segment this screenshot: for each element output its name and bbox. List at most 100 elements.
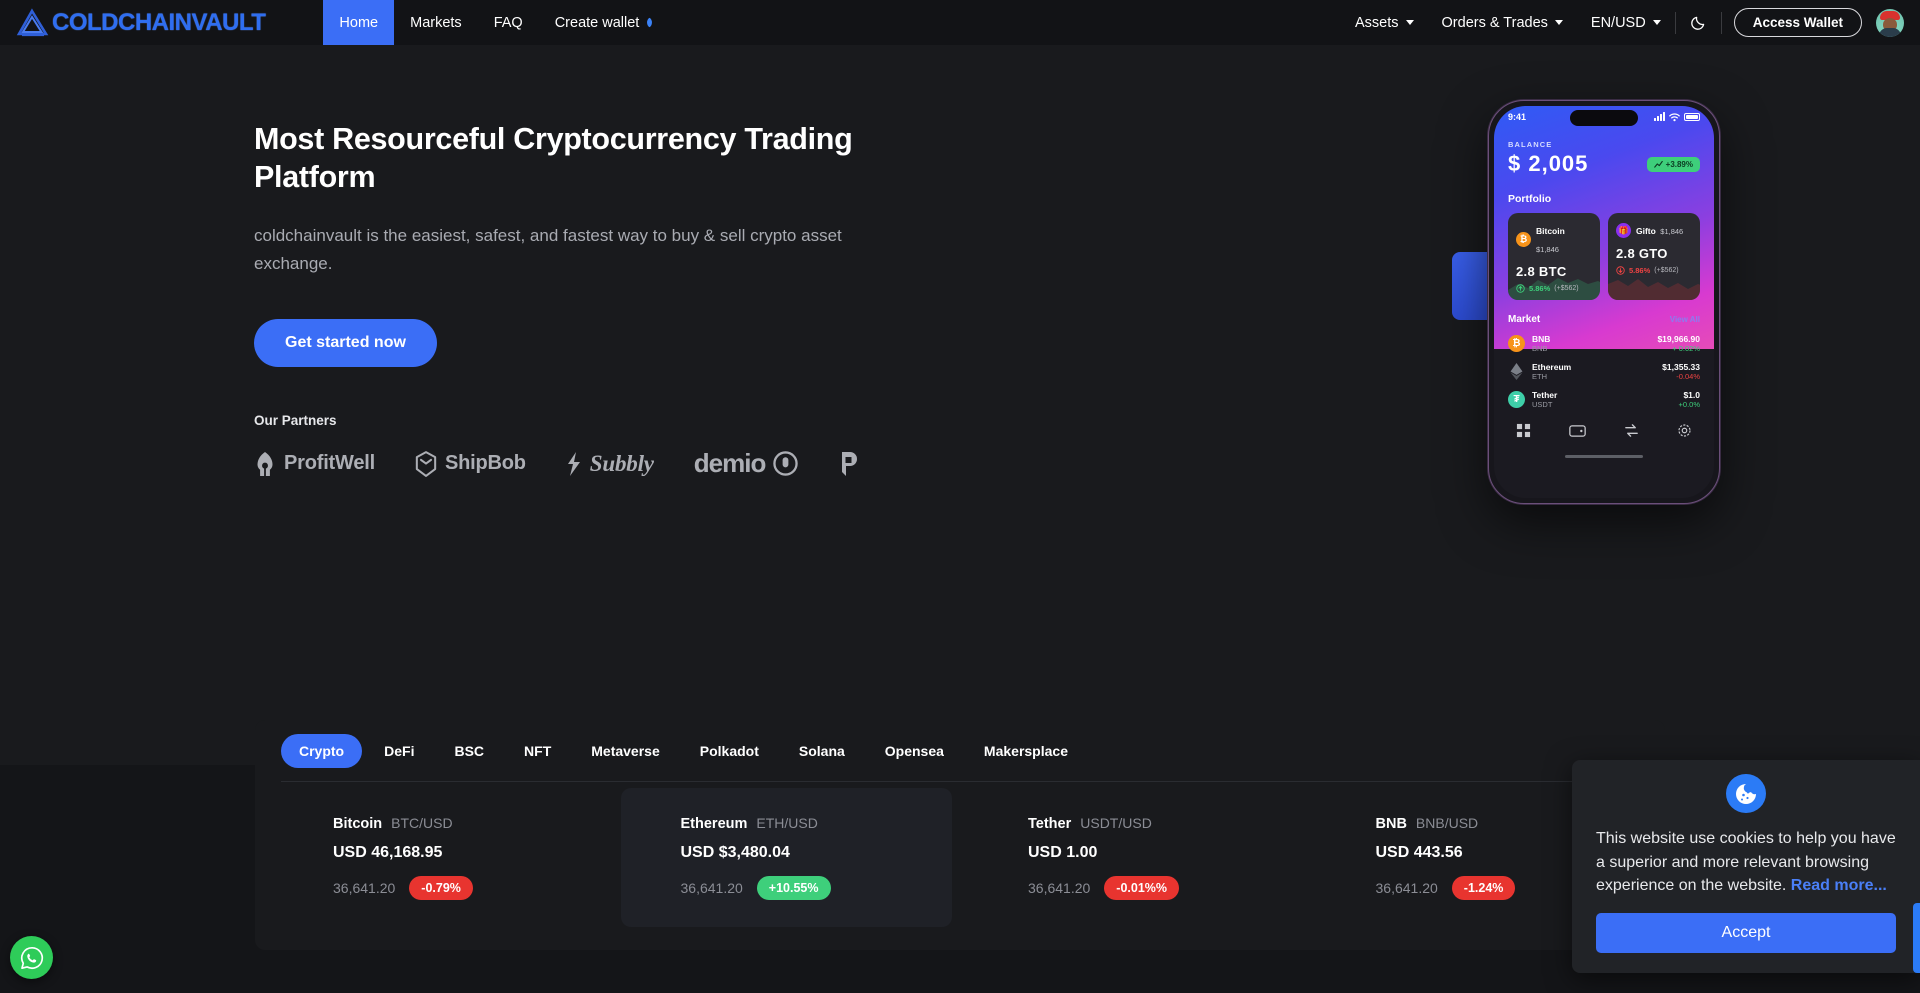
market-change: -0.04% [1676, 372, 1700, 381]
tab-opensea[interactable]: Opensea [867, 734, 962, 768]
subbly-icon [567, 451, 580, 476]
tab-defi[interactable]: DeFi [366, 734, 432, 768]
orders-trades-dropdown[interactable]: Orders & Trades [1428, 15, 1577, 31]
cookie-consent-banner: This website use cookies to help you hav… [1572, 760, 1920, 973]
partners-list: ProfitWell ShipBob Subbly demio [254, 448, 894, 479]
market-row-tether[interactable]: ₮ Tether USDT $1.0 +0.0% [1508, 390, 1700, 409]
tabs-divider [281, 781, 1639, 782]
market-row-ethereum[interactable]: Ethereum ETH $1,355.33 -0.04% [1508, 362, 1700, 381]
locale-dropdown[interactable]: EN/USD [1577, 15, 1675, 31]
nav-link-home[interactable]: Home [323, 0, 395, 45]
phone-tabbar [1508, 409, 1700, 443]
coin-price: USD 1.00 [1028, 844, 1098, 861]
phone-content: BALANCE $ 2,005 +3.89% Portfolio ₿ Bitco… [1494, 128, 1714, 458]
tab-solana[interactable]: Solana [781, 734, 863, 768]
partner-label: ProfitWell [284, 452, 375, 475]
view-all-link[interactable]: View All [1670, 315, 1700, 324]
market-price-block: $1,355.33 -0.04% [1662, 362, 1700, 381]
coin-card-grid: Bitcoin BTC/USD USD 46,168.95 36,641.20 … [255, 788, 1665, 927]
card-head: 🎁 Gifto $1,846 [1616, 221, 1692, 239]
coin-name: BNB [1375, 816, 1407, 832]
partner-label: Subbly [589, 450, 654, 476]
tab-nft[interactable]: NFT [506, 734, 569, 768]
market-name: Tether [1532, 390, 1558, 400]
coin-change-amount: (+$562) [1554, 285, 1579, 292]
coin-amount: 2.8 GTO [1616, 246, 1668, 261]
coin-name: Bitcoin [1536, 226, 1565, 236]
wifi-icon [1669, 112, 1680, 121]
nav-link-create-wallet[interactable]: Create wallet [539, 0, 670, 45]
nav-link-markets[interactable]: Markets [394, 0, 478, 45]
coin-pair: USDT/USD [1080, 815, 1152, 831]
coin-head: Tether USDT/USD [1028, 815, 1300, 832]
battery-icon [1684, 113, 1700, 121]
status-indicators [1654, 112, 1700, 122]
access-wallet-button[interactable]: Access Wallet [1733, 8, 1862, 37]
balance-row: $ 2,005 +3.89% [1508, 151, 1700, 177]
get-started-button[interactable]: Get started now [254, 319, 437, 368]
coin-name: Ethereum [680, 816, 748, 832]
market-price: $1,355.33 [1662, 362, 1700, 372]
nav-label: Create wallet [554, 14, 640, 31]
bnb-icon: ₿ [1508, 335, 1525, 352]
market-row-bnb[interactable]: ₿ BNB BNB $19,966.90 + 0.02% [1508, 334, 1700, 353]
portfolio-cards: ₿ Bitcoin $1,846 2.8 BTC 5.86% (+$562) 🎁… [1508, 213, 1700, 300]
avatar-body [1879, 27, 1901, 37]
wallet-icon[interactable] [1569, 424, 1586, 443]
whatsapp-chat-button[interactable] [10, 936, 53, 979]
tab-polkadot[interactable]: Polkadot [682, 734, 777, 768]
signal-icon [1654, 112, 1665, 121]
coin-delta: 5.86% (+$562) [1516, 284, 1592, 293]
portfolio-card-bitcoin[interactable]: ₿ Bitcoin $1,846 2.8 BTC 5.86% (+$562) [1508, 213, 1600, 300]
coin-card-ethereum[interactable]: Ethereum ETH/USD USD $3,480.04 36,641.20… [620, 788, 953, 927]
tab-label: Makersplace [983, 743, 1068, 759]
swap-icon[interactable] [1624, 423, 1639, 443]
nav-link-faq[interactable]: FAQ [478, 0, 539, 45]
brand-name: COLDCHAINVAULT [52, 8, 266, 36]
market-label: Market [1508, 314, 1541, 325]
coin-card-bitcoin[interactable]: Bitcoin BTC/USD USD 46,168.95 36,641.20 … [273, 788, 605, 927]
avatar[interactable] [1876, 8, 1904, 37]
coin-volume: 36,641.20 [333, 880, 396, 896]
card-name-block: Bitcoin $1,846 [1536, 221, 1592, 257]
tab-bsc[interactable]: BSC [436, 734, 502, 768]
tab-label: Opensea [884, 743, 944, 759]
card-head: ₿ Bitcoin $1,846 [1516, 221, 1592, 257]
assets-label: Assets [1355, 14, 1399, 31]
status-time: 9:41 [1508, 112, 1527, 122]
coin-foot: 36,641.20 +10.55% [681, 876, 953, 900]
market-price: $19,966.90 [1657, 334, 1700, 344]
orders-label: Orders & Trades [1441, 14, 1548, 31]
assets-dropdown[interactable]: Assets [1341, 15, 1428, 31]
card-name-block: Gifto $1,846 [1636, 221, 1683, 239]
tab-label: Crypto [299, 743, 345, 759]
page-title: Most Resourceful Cryptocurrency Trading … [254, 122, 853, 195]
nav-label: FAQ [493, 14, 523, 31]
coin-change: 5.86% [1529, 284, 1551, 293]
partner-subbly: Subbly [566, 451, 654, 477]
whatsapp-icon [20, 946, 43, 969]
tab-makersplace[interactable]: Makersplace [966, 734, 1086, 768]
tab-label: BSC [454, 743, 485, 759]
coin-volume: 36,641.20 [1028, 880, 1091, 896]
grid-icon[interactable] [1516, 423, 1531, 443]
hero-copy: Most Resourceful Cryptocurrency Trading … [254, 120, 894, 479]
coin-price: USD $3,480.04 [680, 844, 790, 861]
gear-icon[interactable] [1677, 423, 1692, 443]
coin-change-amount: (+$562) [1654, 267, 1679, 274]
secondary-nav: Assets Orders & Trades EN/USD Access Wal… [1341, 0, 1920, 45]
cookie-icon [1726, 774, 1766, 814]
coin-card-tether[interactable]: Tether USDT/USD USD 1.00 36,641.20 -0.01… [968, 788, 1300, 927]
accept-cookies-button[interactable]: Accept [1596, 913, 1896, 953]
partner-p-mark [838, 451, 860, 477]
read-more-link[interactable]: Read more... [1791, 877, 1887, 894]
partner-label: demio [693, 448, 767, 479]
partner-label: ShipBob [444, 452, 526, 475]
portfolio-card-gifto[interactable]: 🎁 Gifto $1,846 2.8 GTO 5.86% (+$562) [1608, 213, 1700, 300]
theme-toggle-button[interactable] [1676, 14, 1721, 31]
tab-label: Metaverse [591, 743, 660, 759]
tab-label: Polkadot [699, 743, 759, 759]
tab-crypto[interactable]: Crypto [281, 734, 363, 768]
tab-metaverse[interactable]: Metaverse [573, 734, 678, 768]
brand-logo[interactable]: COLDCHAINVAULT [16, 7, 266, 38]
